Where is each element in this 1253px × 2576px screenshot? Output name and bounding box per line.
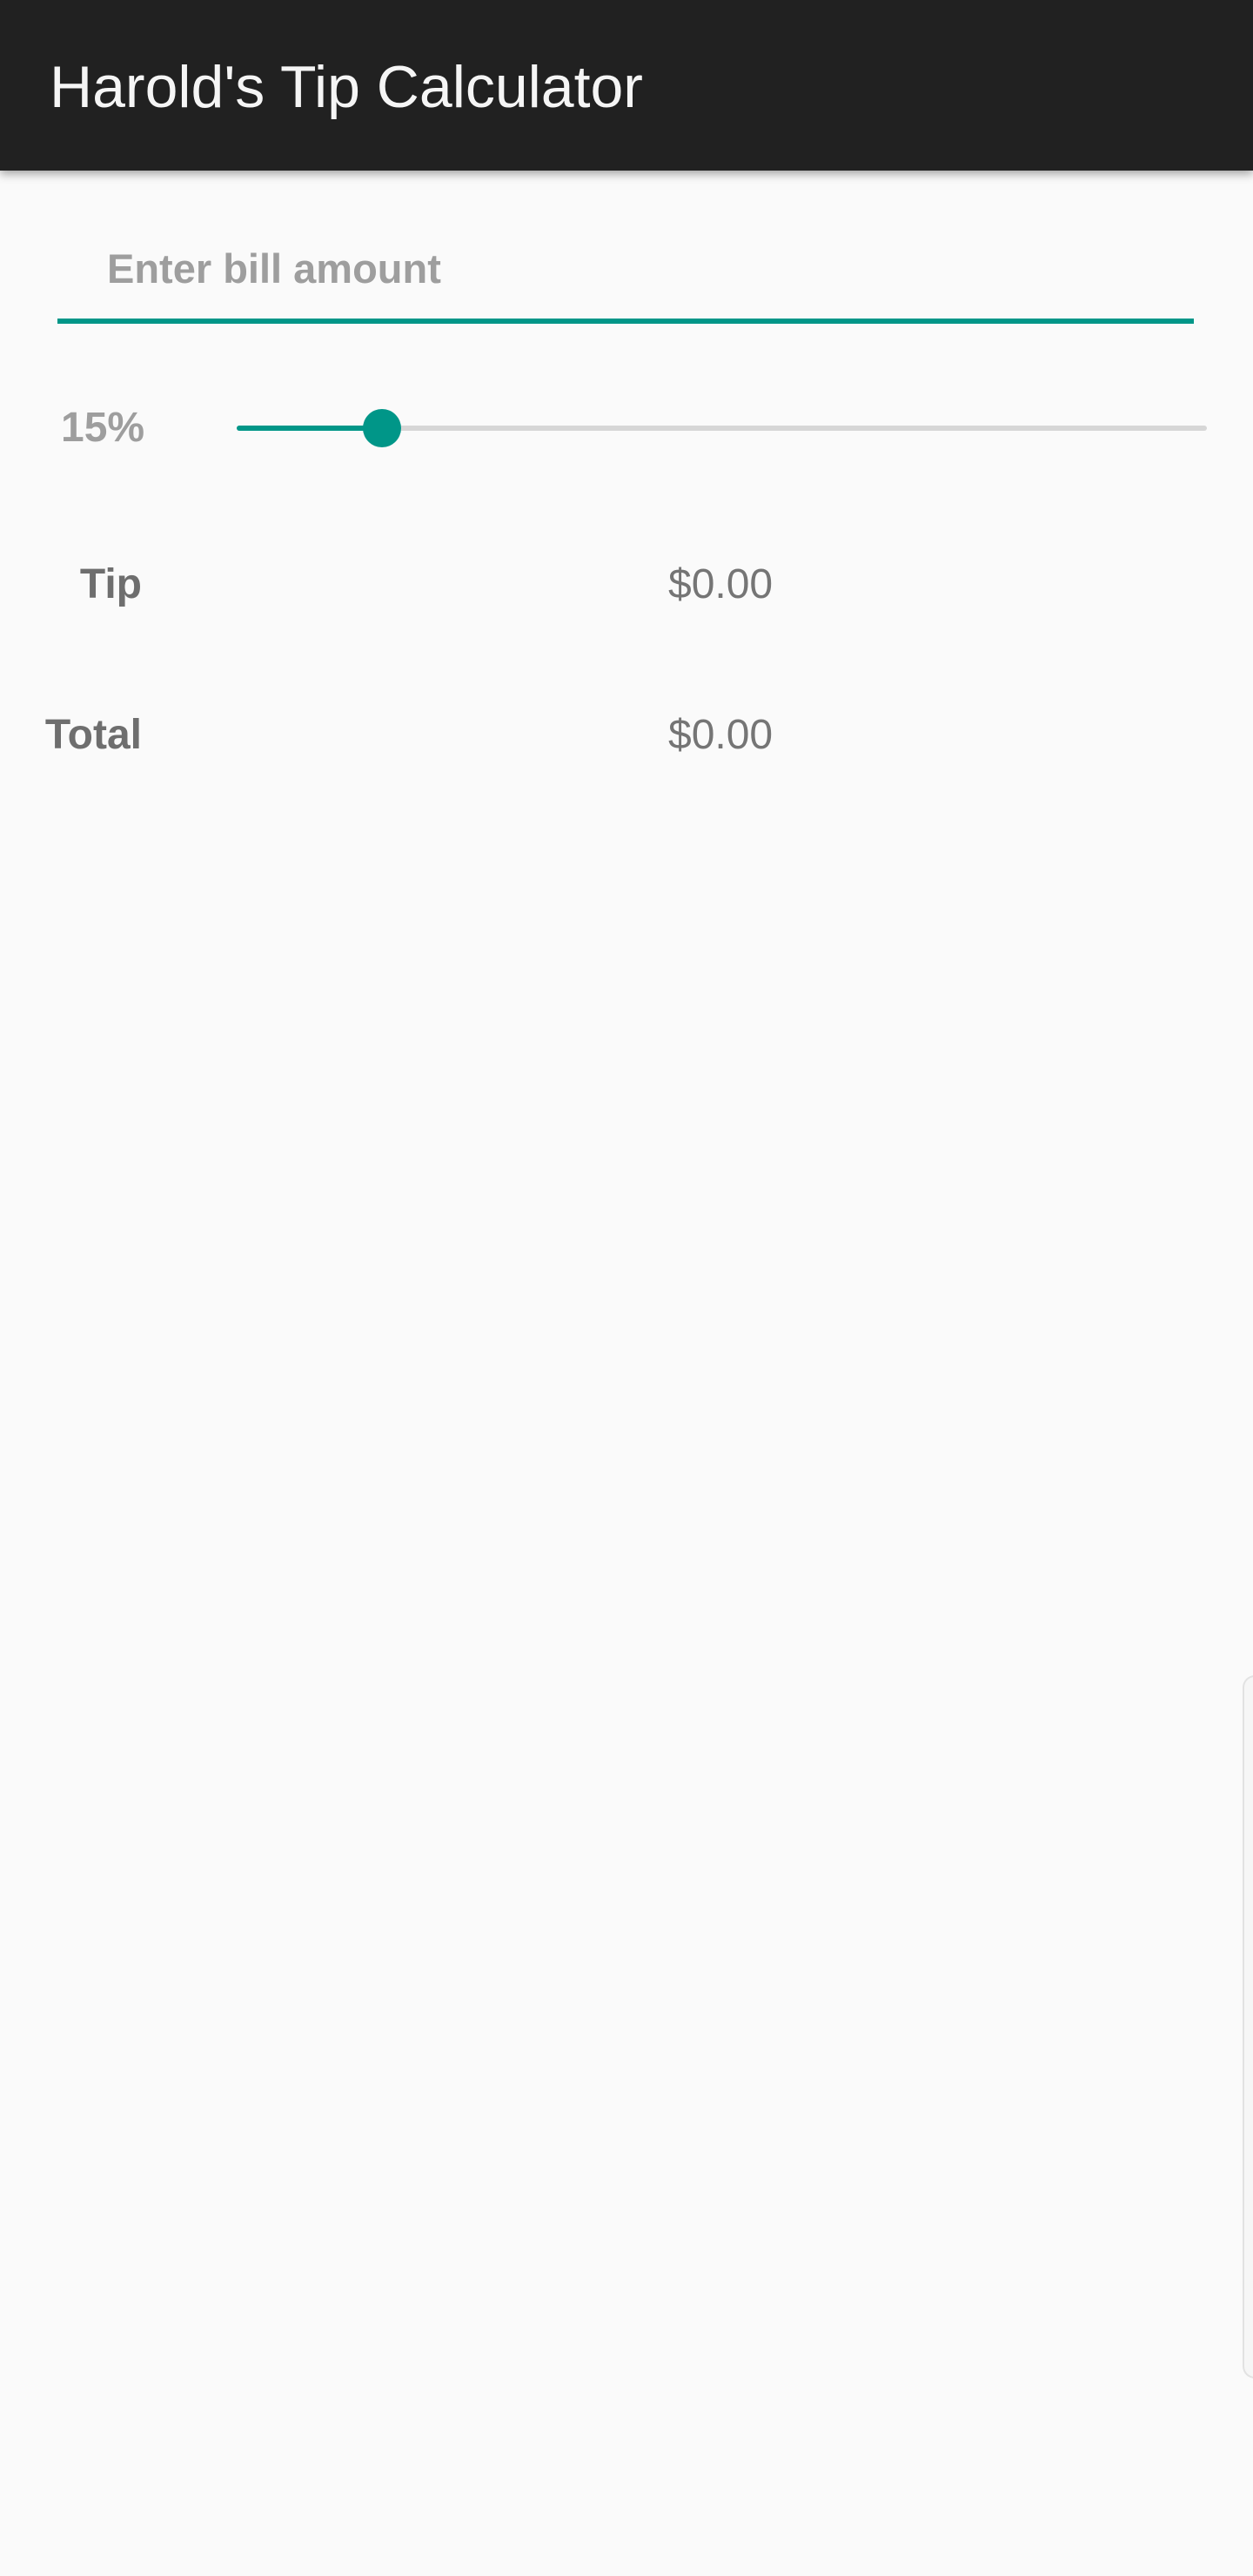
tip-percent-label: 15% — [61, 405, 145, 451]
edge-panel-handle[interactable] — [1243, 1675, 1253, 2378]
tip-amount: $0.00 — [668, 561, 774, 607]
total-label: Total — [44, 712, 142, 758]
bill-amount-input[interactable] — [57, 218, 1194, 324]
tip-percent-slider[interactable] — [237, 402, 1207, 454]
tip-label: Tip — [79, 561, 142, 607]
slider-fill — [237, 426, 383, 431]
app-title: Harold's Tip Calculator — [50, 54, 643, 120]
total-amount: $0.00 — [668, 712, 774, 758]
app-bar: Harold's Tip Calculator — [0, 0, 1253, 171]
slider-thumb[interactable] — [363, 409, 402, 447]
